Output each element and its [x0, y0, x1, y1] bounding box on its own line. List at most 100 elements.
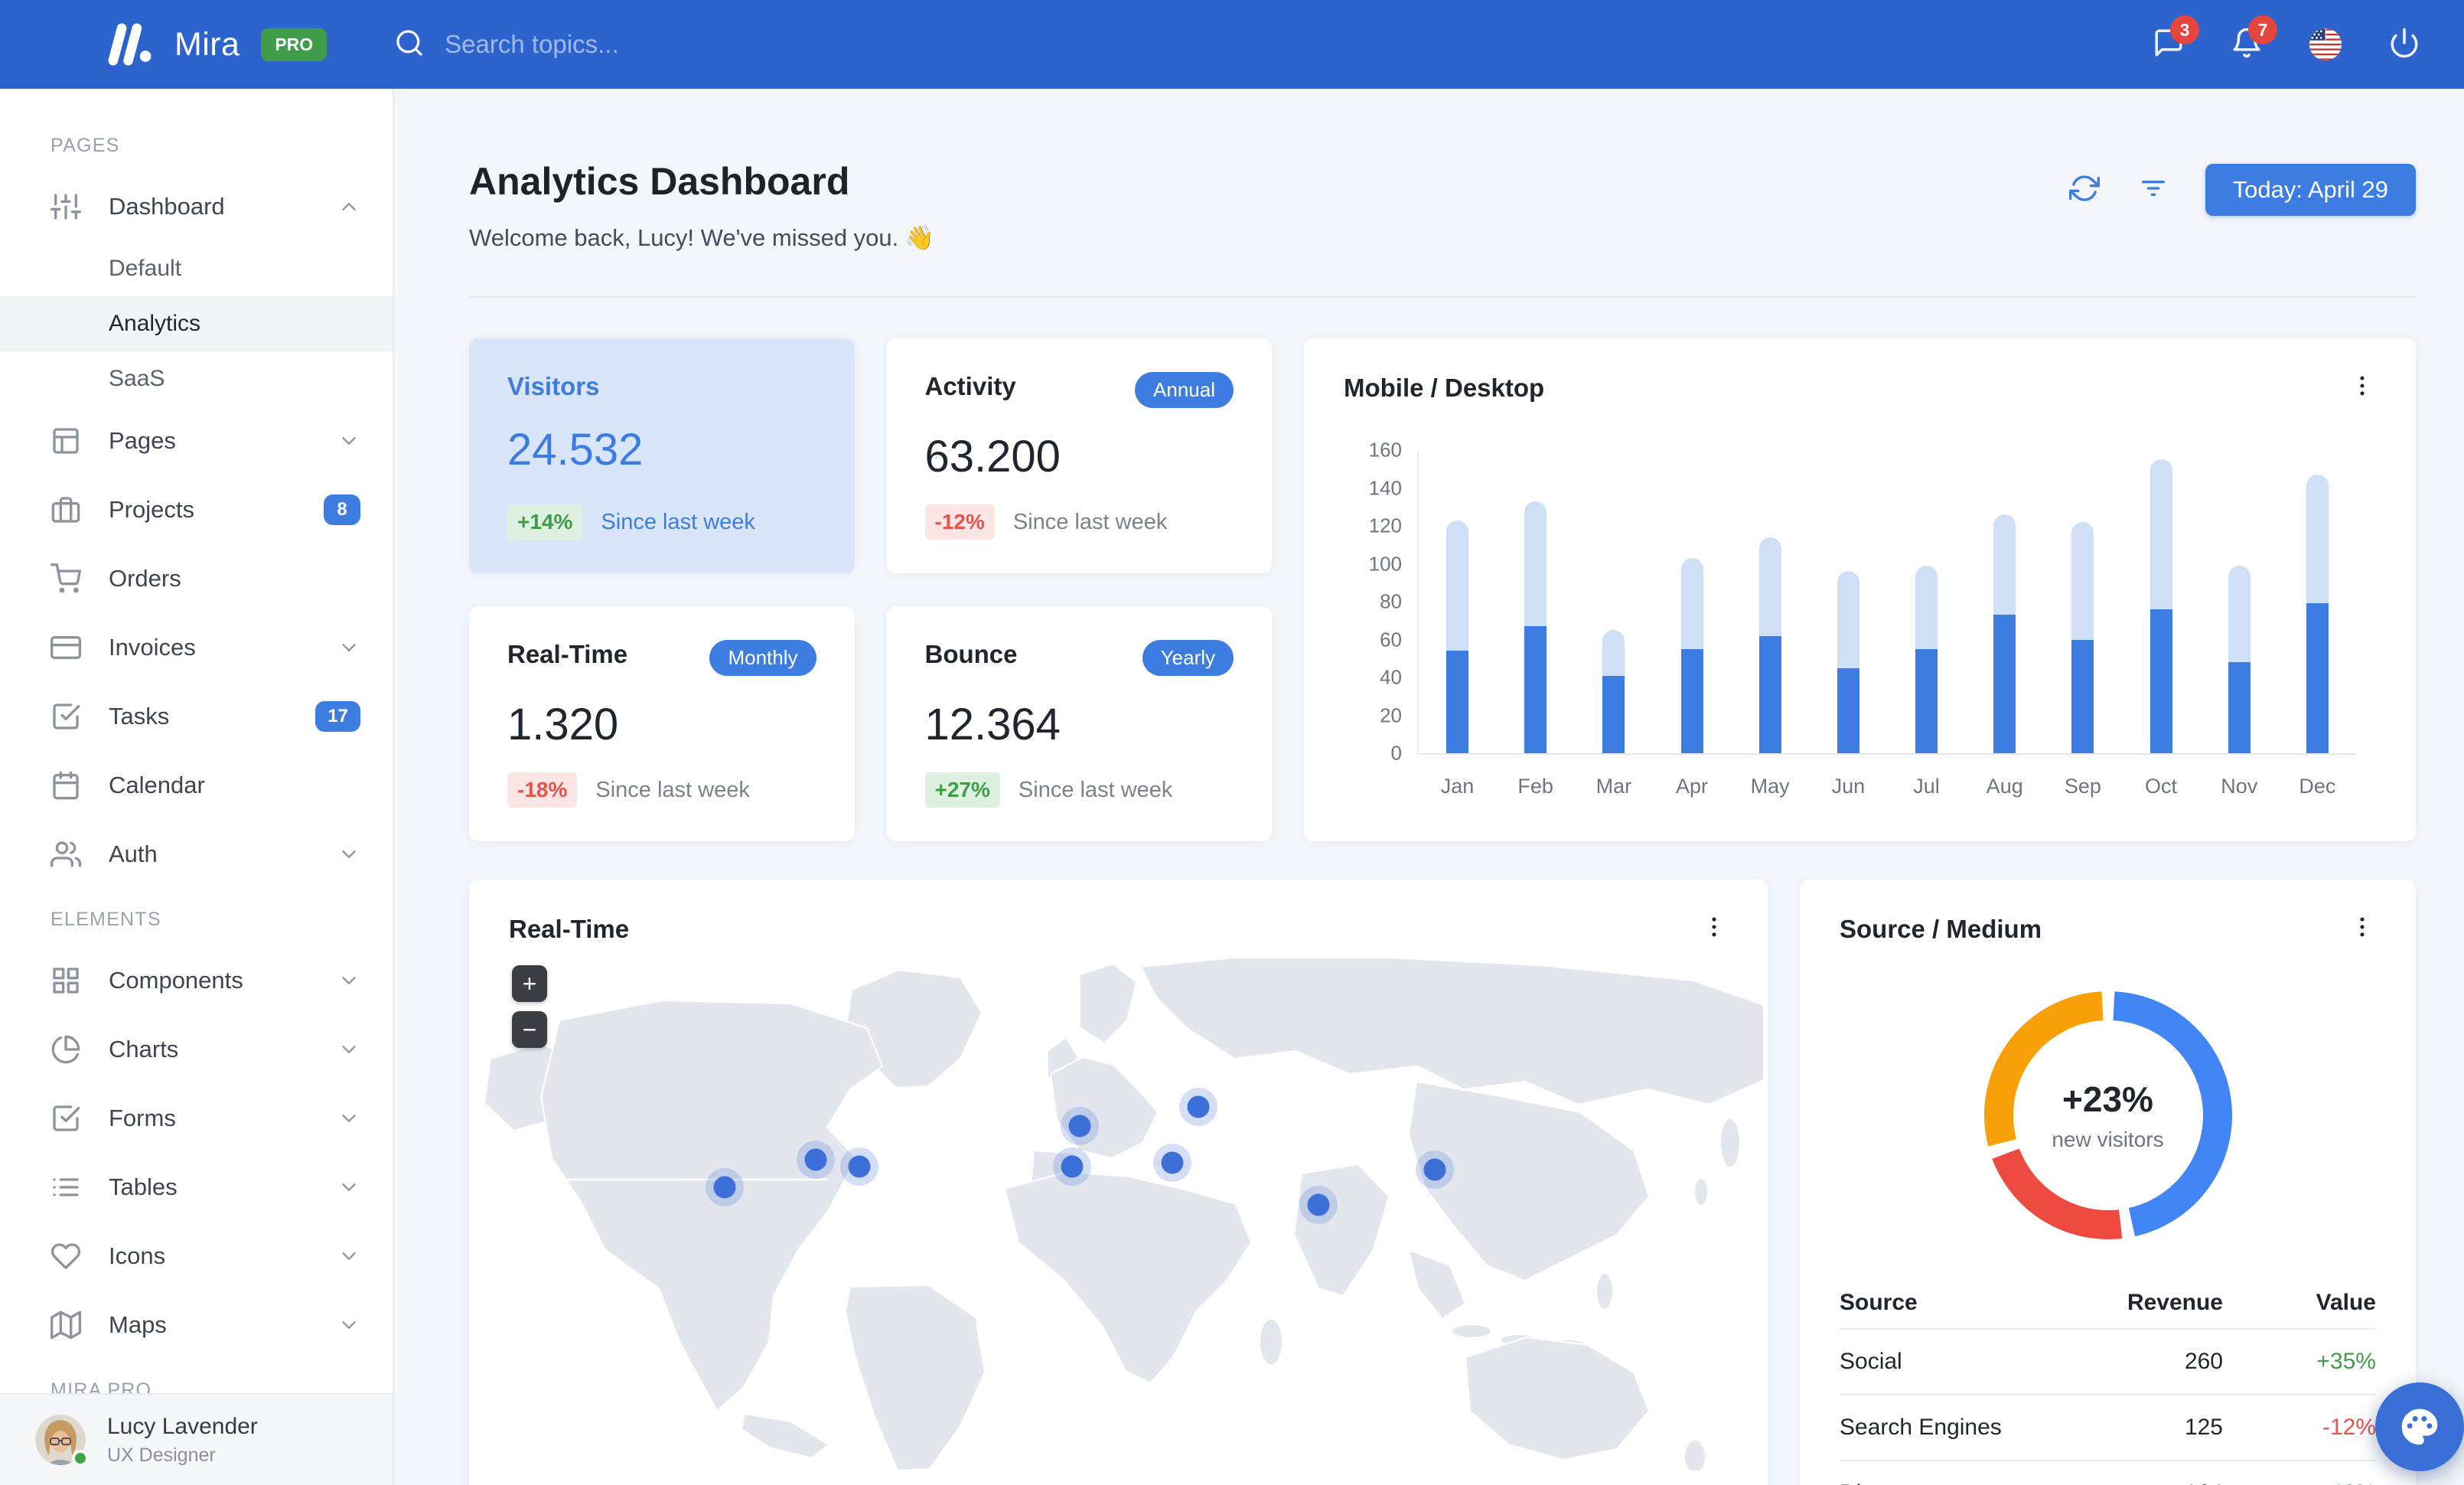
- donut-center-label: new visitors: [2052, 1128, 2164, 1151]
- top-navbar: Mira PRO 3 7: [0, 0, 2464, 89]
- logout-button[interactable]: [2387, 28, 2421, 61]
- bar-segment-desktop: [2149, 459, 2172, 609]
- welcome-message: Welcome back, Lucy! We've missed you. 👋: [469, 224, 935, 251]
- bar-segment-desktop: [2071, 522, 2094, 640]
- page-header: Analytics Dashboard Welcome back, Lucy! …: [469, 159, 2416, 252]
- stat-title: Visitors: [507, 372, 600, 400]
- filter-button[interactable]: [2136, 173, 2170, 207]
- x-axis-label: Jul: [1913, 775, 1940, 798]
- palette-icon: [2401, 1408, 2438, 1445]
- sidebar-item-maps[interactable]: Maps: [0, 1291, 393, 1359]
- sidebar-item-icons[interactable]: Icons: [0, 1222, 393, 1291]
- sidebar-item-orders[interactable]: Orders: [0, 544, 393, 613]
- notifications-count-badge: 7: [2248, 15, 2277, 44]
- bar-segment-mobile: [1446, 651, 1468, 753]
- bar-segment-desktop: [1524, 501, 1547, 627]
- bar-segment-desktop: [1680, 558, 1703, 649]
- sidebar-item-label: Orders: [109, 565, 181, 592]
- sidebar-item-dashboard[interactable]: Dashboard: [0, 172, 393, 241]
- navbar-search[interactable]: [394, 28, 874, 62]
- sidebar-subitem-default[interactable]: Default: [0, 241, 393, 296]
- sidebar-subitem-saas[interactable]: SaaS: [0, 351, 393, 406]
- sidebar-item-pages[interactable]: Pages: [0, 406, 393, 475]
- x-axis-label: Feb: [1517, 775, 1553, 798]
- sidebar-item-calendar[interactable]: Calendar: [0, 751, 393, 820]
- chevron-down-icon: [337, 1176, 360, 1199]
- sidebar: PAGES Dashboard Default Analytics SaaS Pages P…: [0, 89, 394, 1485]
- bar-segment-mobile: [1758, 635, 1781, 753]
- brand[interactable]: Mira PRO: [0, 21, 328, 68]
- language-button[interactable]: [2308, 27, 2343, 62]
- bar-apr: Apr: [1676, 558, 1708, 798]
- sidebar-item-tasks[interactable]: Tasks 17: [0, 682, 393, 751]
- stat-period-badge[interactable]: Monthly: [709, 640, 816, 676]
- stat-value: 24.532: [507, 425, 644, 475]
- source-card-title: Source / Medium: [1840, 915, 2042, 943]
- sliders-icon: [51, 191, 82, 222]
- theme-settings-fab[interactable]: [2375, 1382, 2464, 1471]
- sidebar-item-projects[interactable]: Projects 8: [0, 475, 393, 544]
- x-axis-label: Mar: [1595, 775, 1632, 798]
- sidebar-item-label: Calendar: [109, 772, 205, 798]
- x-axis-label: Apr: [1676, 775, 1709, 798]
- sidebar-item-components[interactable]: Components: [0, 946, 393, 1015]
- map-zoom-controls: + −: [512, 965, 547, 1048]
- chart-menu-button[interactable]: [2348, 374, 2376, 401]
- chart-card-title: Mobile / Desktop: [1344, 374, 1545, 402]
- map-icon: [51, 1310, 82, 1340]
- stat-title: Real-Time: [507, 640, 628, 668]
- stat-period-badge[interactable]: Annual: [1135, 372, 1234, 408]
- bar-segment-mobile: [1993, 615, 2016, 753]
- notifications-button[interactable]: 7: [2230, 15, 2277, 61]
- sidebar-item-auth[interactable]: Auth: [0, 820, 393, 889]
- stat-delta-chip: -12%: [924, 504, 995, 540]
- map-menu-button[interactable]: [1700, 915, 1728, 942]
- source-menu-button[interactable]: [2348, 915, 2376, 942]
- stat-period-badge[interactable]: Yearly: [1142, 640, 1234, 676]
- map-zoom-out-button[interactable]: −: [512, 1011, 547, 1048]
- search-input[interactable]: [445, 30, 874, 59]
- bar-segment-desktop: [1602, 630, 1625, 676]
- stat-delta-chip: +14%: [507, 504, 583, 540]
- cell-source: Social: [1840, 1349, 1902, 1374]
- map-zoom-in-button[interactable]: +: [512, 965, 547, 1002]
- stats-grid: Visitors 24.532 +14% Since last week Activit…: [469, 338, 1272, 841]
- brand-name: Mira: [174, 25, 240, 63]
- cart-icon: [51, 563, 82, 594]
- bar-segment-mobile: [2149, 609, 2172, 753]
- sidebar-item-forms[interactable]: Forms: [0, 1084, 393, 1153]
- sidebar-item-label: Icons: [109, 1242, 166, 1269]
- refresh-button[interactable]: [2068, 173, 2101, 207]
- grid-icon: [51, 965, 81, 996]
- layout-icon: [51, 426, 81, 456]
- more-vertical-icon: [2349, 373, 2375, 403]
- sidebar-item-invoices[interactable]: Invoices: [0, 613, 393, 682]
- header-actions: Today: April 29: [2068, 164, 2416, 216]
- messages-button[interactable]: 3: [2152, 15, 2199, 61]
- table-row-direct: Direct164+46%: [1840, 1460, 2376, 1485]
- bar-sep: Sep: [2065, 522, 2101, 798]
- x-axis-label: Oct: [2145, 775, 2178, 798]
- sidebar-item-tables[interactable]: Tables: [0, 1153, 393, 1222]
- briefcase-icon: [51, 494, 81, 525]
- sidebar-item-label: Auth: [109, 840, 158, 867]
- map-marker: [1423, 1158, 1446, 1181]
- heart-icon: [51, 1241, 81, 1271]
- sidebar-user-profile[interactable]: Lucy Lavender UX Designer: [0, 1393, 393, 1485]
- date-range-button[interactable]: Today: April 29: [2205, 164, 2416, 216]
- bar-oct: Oct: [2145, 459, 2177, 798]
- bar-jun: Jun: [1832, 571, 1865, 798]
- x-axis-label: Nov: [2221, 775, 2258, 798]
- header-divider: [469, 296, 2416, 298]
- pie-chart-icon: [51, 1034, 81, 1065]
- sidebar-item-charts[interactable]: Charts: [0, 1015, 393, 1084]
- main-content: Analytics Dashboard Welcome back, Lucy! …: [394, 89, 2464, 1485]
- sidebar-item-label: Invoices: [109, 634, 196, 661]
- x-axis-label: May: [1750, 775, 1790, 798]
- stat-caption: Since last week: [1012, 509, 1168, 534]
- cell-value: +46%: [2223, 1480, 2376, 1485]
- stat-caption: Since last week: [595, 777, 750, 802]
- stat-caption: Since last week: [1018, 777, 1173, 802]
- bar-chart-plot: 0 20 40 60 80 100 120 140 160 Jan Feb Mar Apr May Jun…: [1369, 439, 2356, 798]
- sidebar-subitem-analytics[interactable]: Analytics: [0, 296, 393, 351]
